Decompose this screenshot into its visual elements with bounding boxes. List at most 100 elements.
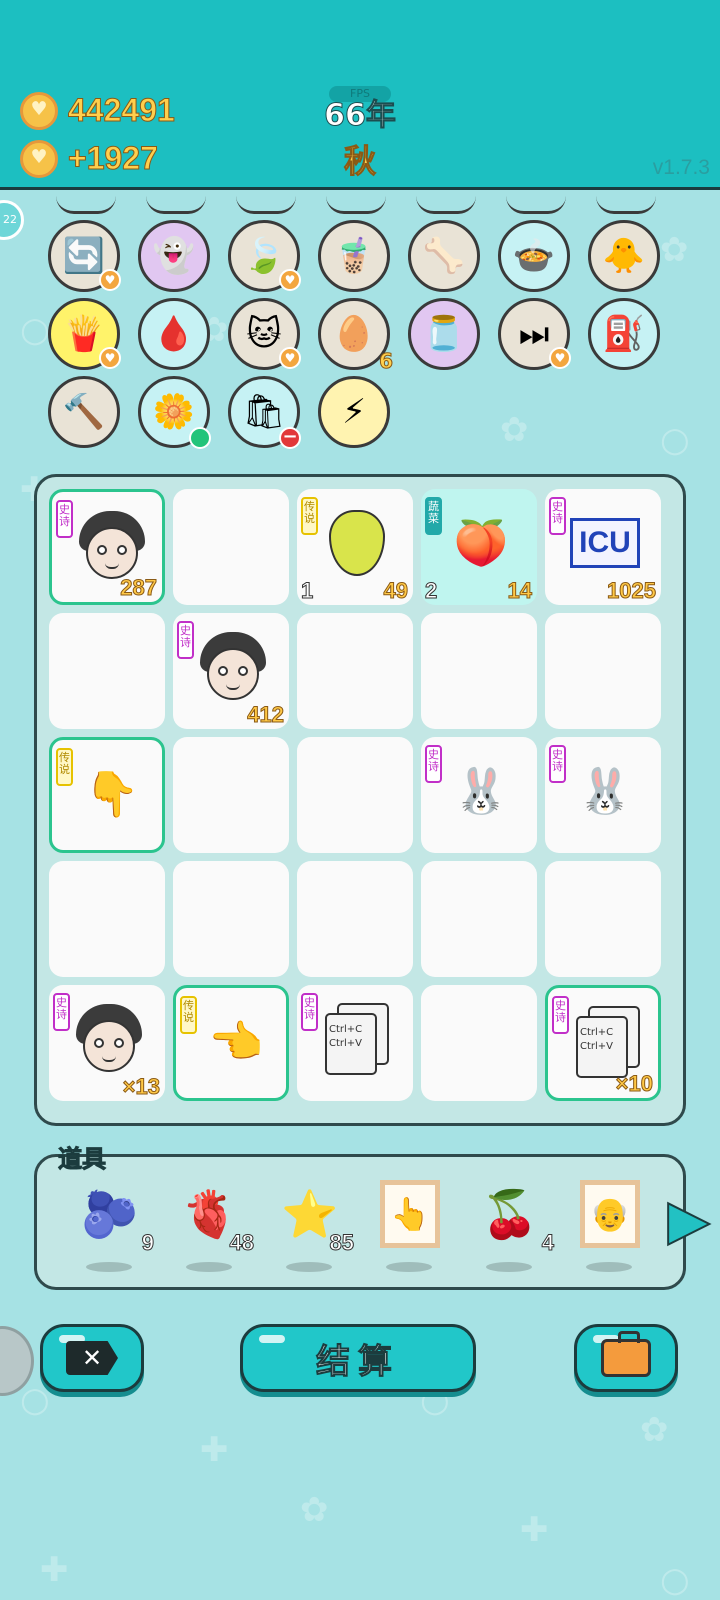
- rarity-tag: 蔬菜: [425, 497, 442, 535]
- next-arrow-icon[interactable]: ▶: [667, 1191, 711, 1252]
- heart-mark: ♥: [549, 347, 571, 369]
- board-cell[interactable]: 史诗 287: [49, 489, 165, 605]
- board-cell[interactable]: [545, 613, 661, 729]
- item-fries[interactable]: 🍟 ♥: [48, 298, 121, 370]
- rarity-tag: 史诗: [549, 745, 566, 783]
- hammer-icon: 🔨: [62, 392, 106, 432]
- prop-liver[interactable]: 🫀 48: [170, 1180, 255, 1272]
- pump-icon: ⛽: [602, 314, 646, 354]
- item-ghost[interactable]: 👻: [138, 220, 210, 292]
- board-cell[interactable]: [49, 613, 165, 729]
- item-egg-tray[interactable]: 🥚 6: [318, 298, 394, 374]
- props-title: 道具: [58, 1145, 107, 1174]
- blueberry-icon: 🫐: [81, 1186, 139, 1241]
- fries-icon: 🍟: [62, 314, 106, 354]
- scrolled-item: [416, 196, 476, 214]
- prop-hand-frame[interactable]: 👆: [370, 1180, 450, 1272]
- board-cell[interactable]: 传说 1 49: [297, 489, 413, 605]
- rarity-tag: 传说: [301, 497, 318, 535]
- item-flower-pot[interactable]: 🌼: [138, 376, 211, 449]
- copy-text: Ctrl+C Ctrl+V: [325, 1013, 377, 1075]
- prop-count: 4: [541, 1230, 554, 1256]
- board-cell[interactable]: 蔬菜 🍑 2 14: [421, 489, 537, 605]
- board-cell[interactable]: 史诗 🐰: [421, 737, 537, 853]
- longan-icon: 🍑: [453, 518, 509, 569]
- item-pot-duck[interactable]: 🍲: [498, 220, 570, 292]
- board-cell[interactable]: [173, 861, 289, 977]
- rabbit-house-icon: 🐰: [453, 766, 509, 817]
- rarity-tag: 史诗: [53, 993, 70, 1031]
- leaf-icon: 🍃: [242, 236, 286, 276]
- prop-portrait-frame[interactable]: 👴: [570, 1180, 650, 1272]
- scrolled-item: [56, 196, 116, 214]
- copy-paste-icon: Ctrl+C Ctrl+V: [321, 1003, 393, 1075]
- portrait-frame-icon: 👴: [580, 1180, 640, 1248]
- rarity-tag: 史诗: [177, 621, 194, 659]
- board-cell[interactable]: [421, 861, 537, 977]
- scrolled-item: [596, 196, 656, 214]
- board-cell[interactable]: [421, 985, 537, 1101]
- board-cell[interactable]: [173, 737, 289, 853]
- item-bubble-tea[interactable]: 🧋: [318, 220, 390, 292]
- rarity-tag: 史诗: [425, 745, 442, 783]
- hand-pointing-left-icon: 👈: [208, 1017, 264, 1068]
- item-count: 6: [379, 349, 394, 374]
- icu-label: ICU: [570, 518, 640, 568]
- board-cell[interactable]: [297, 613, 413, 729]
- board-cell[interactable]: 史诗 ICU 1025: [545, 489, 661, 605]
- board-cell[interactable]: 史诗 Ctrl+C Ctrl+V ×10: [545, 985, 661, 1101]
- item-chick-egg[interactable]: 🐥: [588, 220, 660, 292]
- prop-count: 48: [229, 1230, 255, 1256]
- cell-value: 287: [120, 575, 158, 601]
- heart-mark: ♥: [99, 347, 121, 369]
- season-label: 秋: [343, 142, 376, 181]
- exit-button[interactable]: ✕: [40, 1324, 144, 1392]
- board-cell[interactable]: [49, 861, 165, 977]
- item-hammer[interactable]: 🔨: [48, 376, 120, 448]
- board-cell[interactable]: [297, 861, 413, 977]
- cell-value: 14: [507, 578, 533, 604]
- item-dog-bowl[interactable]: 🦴: [408, 220, 480, 292]
- scrolled-item: [236, 196, 296, 214]
- blood-bag-icon: 🩸: [152, 314, 196, 354]
- board-cell[interactable]: 史诗 Ctrl+C Ctrl+V: [297, 985, 413, 1101]
- rarity-tag: 传说: [56, 748, 73, 786]
- hand-pointing-down-icon: 👇: [84, 769, 140, 820]
- prop-lychee[interactable]: 🍒 4: [470, 1180, 555, 1272]
- prop-blueberry[interactable]: 🫐 9: [70, 1180, 155, 1272]
- pot-duck-icon: 🍲: [512, 236, 556, 276]
- board-cell[interactable]: [545, 861, 661, 977]
- board-cell[interactable]: 传说 👈: [173, 985, 289, 1101]
- item-cream-jar[interactable]: 🫙: [408, 298, 480, 370]
- board-cell[interactable]: [173, 489, 289, 605]
- bag-button[interactable]: [574, 1324, 678, 1392]
- cell-level: 1: [300, 578, 314, 604]
- board-cell[interactable]: 史诗 🐰: [545, 737, 661, 853]
- item-refresh[interactable]: 🔄 ♥: [48, 220, 121, 292]
- board-cell[interactable]: 史诗 412: [173, 613, 289, 729]
- rarity-tag: 史诗: [56, 500, 73, 538]
- rarity-tag: 传说: [180, 996, 197, 1034]
- prop-star[interactable]: ⭐ 85: [270, 1180, 355, 1272]
- item-seed-bag[interactable]: 🛍 −: [228, 376, 301, 449]
- item-cat[interactable]: 🐱 ♥: [228, 298, 301, 370]
- prop-count: 85: [329, 1230, 355, 1256]
- board-cell[interactable]: 史诗 ×13: [49, 985, 165, 1101]
- item-leaf[interactable]: 🍃 ♥: [228, 220, 301, 292]
- board-cell[interactable]: 传说 👇: [49, 737, 165, 853]
- settle-button[interactable]: 结算: [240, 1324, 476, 1392]
- board-cell[interactable]: [421, 613, 537, 729]
- item-lightning[interactable]: ⚡: [318, 376, 390, 448]
- board-cell[interactable]: [297, 737, 413, 853]
- item-skip[interactable]: ⏭ ♥: [498, 298, 571, 370]
- skip-icon: ⏭: [518, 314, 550, 354]
- item-pump[interactable]: ⛽: [588, 298, 660, 370]
- bubble-tea-icon: 🧋: [332, 236, 376, 276]
- flower-pot-icon: 🌼: [152, 392, 196, 432]
- briefcase-icon: [601, 1331, 651, 1377]
- item-blood-bag[interactable]: 🩸: [138, 298, 210, 370]
- cell-level: 2: [424, 578, 438, 604]
- scrolled-item: [326, 196, 386, 214]
- heart-mark: ♥: [279, 347, 301, 369]
- exit-icon: ✕: [66, 1341, 118, 1375]
